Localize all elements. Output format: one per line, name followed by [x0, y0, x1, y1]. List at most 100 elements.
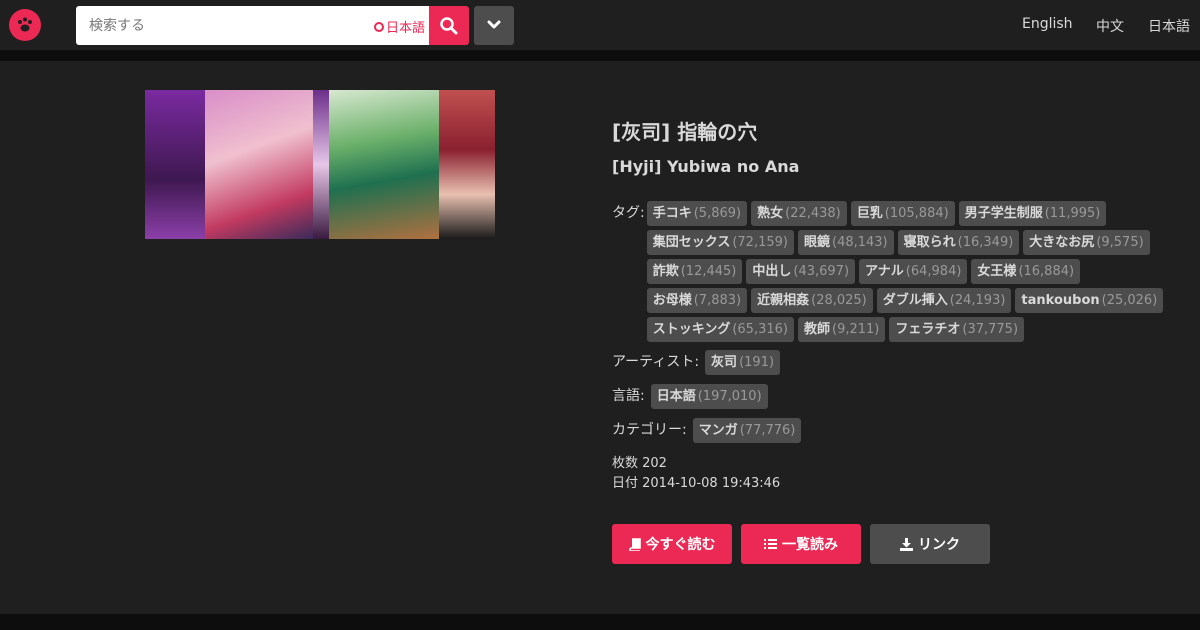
radio-icon	[373, 21, 384, 32]
list-icon	[764, 539, 777, 549]
tag-item[interactable]: 男子学生制服 (11,995)	[958, 201, 1107, 226]
tag-count: (5,869)	[693, 206, 742, 221]
tag-count: (11,995)	[1044, 206, 1101, 221]
search-language-label: 日本語	[385, 21, 425, 36]
paw-icon	[18, 17, 32, 32]
search-icon	[440, 17, 458, 35]
tag-name: ダブル挿入	[882, 293, 948, 308]
tag-item[interactable]: tankoubon (25,026)	[1015, 288, 1164, 313]
upload-date: 日付 2014-10-08 19:43:46	[612, 476, 781, 491]
tag-count: (25,026)	[1101, 293, 1158, 308]
language-name: 日本語	[656, 389, 696, 404]
artist-name: 灰司	[711, 355, 738, 370]
tag-count: (48,143)	[832, 235, 888, 250]
tag-name: 寝取られ	[903, 235, 956, 250]
tag-name: ストッキング	[652, 322, 731, 337]
tag-list: 手コキ (5,869) 熟女 (22,438) 巨乳 (105,884) 男子学生制服 (11…	[646, 201, 1172, 346]
read-all-label: 一覧読み	[782, 537, 838, 553]
tag-count: (16,349)	[957, 235, 1014, 250]
tag-name: 男子学生制服	[964, 206, 1043, 221]
tag-name: 女王様	[977, 264, 1017, 279]
gallery-title: [灰司] 指輪の穴	[612, 120, 758, 144]
tag-count: (24,193)	[949, 293, 1006, 308]
tag-name: 熟女	[757, 206, 784, 221]
gallery-panel: [灰司] 指輪の穴 [Hyji] Yubiwa no Ana タグ: 手コキ (5…	[0, 61, 1200, 614]
artist-field: アーティスト: 灰司 (191)	[612, 350, 1172, 379]
tag-item[interactable]: 熟女 (22,438)	[751, 201, 847, 226]
cover-front-right-panel	[329, 90, 439, 239]
top-navbar: 日本語 English 中文 日本語	[0, 0, 1200, 50]
tag-count: (9,211)	[832, 322, 880, 337]
category-tag[interactable]: マンガ (77,776)	[692, 418, 802, 443]
read-now-button[interactable]: 今すぐ読む	[612, 524, 732, 564]
category-count: (77,776)	[739, 423, 796, 438]
tag-item[interactable]: 寝取られ (16,349)	[897, 230, 1020, 255]
language-tag[interactable]: 日本語 (197,010)	[650, 384, 768, 409]
tag-item[interactable]: ダブル挿入 (24,193)	[876, 288, 1012, 313]
tag-name: アナル	[865, 264, 904, 279]
tag-count: (37,775)	[962, 322, 1019, 337]
link-label: リンク	[918, 537, 960, 553]
artist-count: (191)	[739, 355, 775, 370]
tag-name: 集団セックス	[652, 235, 731, 250]
chevron-down-icon	[487, 20, 501, 29]
tag-count: (65,316)	[732, 322, 788, 337]
tag-count: (28,025)	[811, 293, 867, 308]
tag-name: 大きなお尻	[1029, 235, 1095, 250]
read-now-label: 今すぐ読む	[645, 537, 716, 553]
tag-name: 巨乳	[856, 206, 883, 221]
lang-link-english[interactable]: English	[1022, 16, 1073, 32]
tag-name: 眼鏡	[803, 235, 830, 250]
search-box: 日本語	[76, 6, 429, 45]
tag-count: (16,884)	[1018, 264, 1075, 279]
tag-count: (9,575)	[1096, 235, 1144, 250]
tag-item[interactable]: 巨乳 (105,884)	[850, 201, 955, 226]
tag-item[interactable]: アナル (64,984)	[859, 259, 968, 284]
download-link-button[interactable]: リンク	[870, 524, 990, 564]
download-icon	[900, 537, 913, 551]
tag-name: お母様	[652, 293, 692, 308]
artist-label: アーティスト:	[612, 354, 700, 370]
search-language-toggle[interactable]: 日本語	[373, 17, 425, 36]
lang-link-japanese[interactable]: 日本語	[1148, 16, 1190, 36]
tag-count: (105,884)	[884, 206, 949, 221]
advanced-search-dropdown[interactable]	[474, 6, 514, 45]
tag-count: (64,984)	[905, 264, 962, 279]
cover-spine-panel	[313, 90, 329, 239]
cover-image[interactable]	[145, 90, 495, 239]
tag-item[interactable]: 眼鏡 (48,143)	[797, 230, 894, 255]
tag-item[interactable]: ストッキング (65,316)	[646, 317, 794, 342]
tags-field: タグ: 手コキ (5,869) 熟女 (22,438) 巨乳 (105,884) 男子学生制…	[612, 201, 1172, 346]
tag-item[interactable]: 詐欺 (12,445)	[646, 259, 743, 284]
category-field: カテゴリー: マンガ (77,776)	[612, 418, 1172, 447]
search-input[interactable]	[76, 6, 366, 45]
tag-item[interactable]: 教師 (9,211)	[797, 317, 886, 342]
tag-name: 近親相姦	[757, 293, 810, 308]
tag-name: フェラチオ	[895, 322, 961, 337]
tag-item[interactable]: 近親相姦 (28,025)	[751, 288, 873, 313]
tag-item[interactable]: お母様 (7,883)	[646, 288, 748, 313]
lang-link-chinese[interactable]: 中文	[1096, 16, 1124, 36]
language-field: 言語: 日本語 (197,010)	[612, 384, 1172, 413]
tag-item[interactable]: フェラチオ (37,775)	[889, 317, 1025, 342]
language-count: (197,010)	[697, 389, 762, 404]
tag-count: (43,697)	[793, 264, 850, 279]
cover-front-left-panel	[205, 90, 313, 239]
page-count: 枚数 202	[612, 456, 667, 471]
tag-item[interactable]: 女王様 (16,884)	[971, 259, 1081, 284]
read-all-button[interactable]: 一覧読み	[741, 524, 861, 564]
tag-item[interactable]: 中出し (43,697)	[746, 259, 856, 284]
tag-count: (22,438)	[785, 206, 841, 221]
tag-item[interactable]: 大きなお尻 (9,575)	[1023, 230, 1150, 255]
tag-item[interactable]: 手コキ (5,869)	[646, 201, 748, 226]
site-logo[interactable]	[9, 9, 41, 41]
tag-name: 手コキ	[652, 206, 692, 221]
artist-tag[interactable]: 灰司 (191)	[705, 350, 781, 375]
search-button[interactable]	[429, 6, 469, 45]
book-icon	[628, 537, 641, 551]
tag-count: (72,159)	[732, 235, 788, 250]
tag-count: (7,883)	[693, 293, 742, 308]
tag-name: 教師	[803, 322, 830, 337]
gallery-romanized-title: [Hyji] Yubiwa no Ana	[612, 157, 800, 176]
tag-item[interactable]: 集団セックス (72,159)	[646, 230, 794, 255]
